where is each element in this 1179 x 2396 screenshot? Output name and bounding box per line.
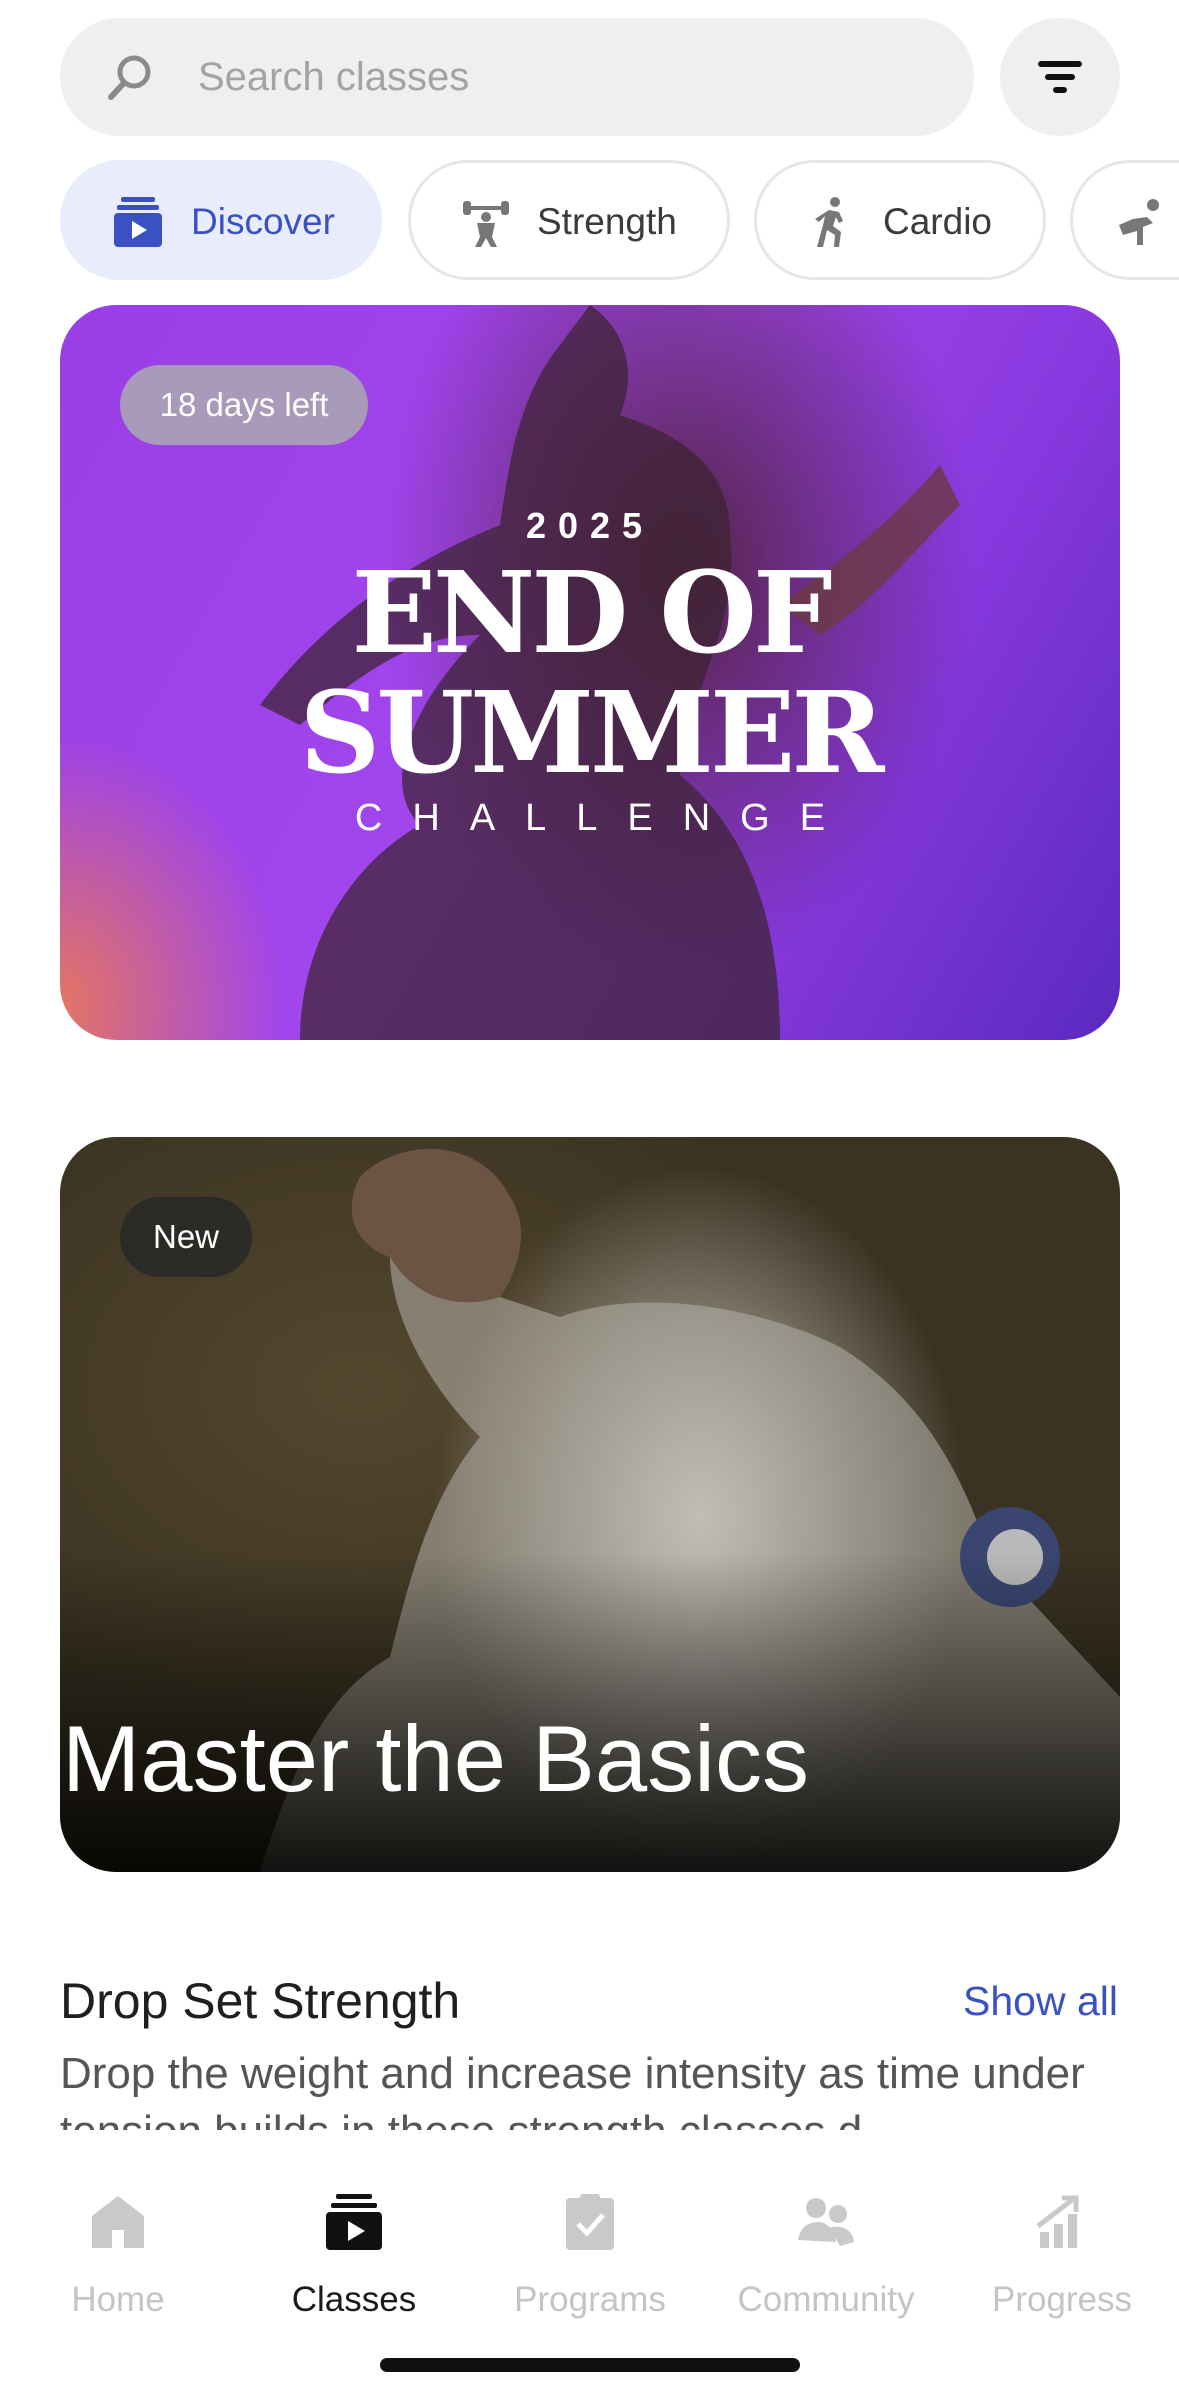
clipboard-check-icon <box>566 2194 614 2250</box>
section-description: Drop the weight and increase intensity a… <box>60 2049 1085 2131</box>
category-chips: Discover Strength Cardio <box>60 160 1179 282</box>
bottom-tab-bar: Home Classes Programs Community Progress <box>0 2130 1179 2396</box>
home-indicator <box>380 2358 800 2372</box>
search-input[interactable] <box>198 18 938 136</box>
filter-button[interactable] <box>1000 18 1120 136</box>
show-all-link[interactable]: Show all <box>963 1978 1118 2025</box>
challenge-card[interactable]: 18 days left 2025 END OF SUMMER CHALLENG… <box>60 305 1120 1040</box>
chip-label: Discover <box>191 201 335 242</box>
chip-label: Cardio <box>883 201 992 242</box>
runner-icon <box>815 197 843 247</box>
chip-cardio[interactable]: Cardio <box>754 160 1046 280</box>
challenge-title-line1: END OF <box>351 548 833 679</box>
weightlifter-icon <box>463 201 509 247</box>
section-title: Drop Set Strength <box>60 1973 461 2029</box>
people-icon <box>798 2198 854 2246</box>
tab-label: Classes <box>291 2280 417 2319</box>
play-stack-icon <box>114 197 162 247</box>
chip-label: Strength <box>537 201 677 242</box>
tab-community[interactable]: Community <box>716 2160 936 2320</box>
chart-arrow-icon <box>1036 2195 1079 2248</box>
filter-icon <box>1038 61 1082 93</box>
collection-title: Master the Basics <box>62 1706 810 1811</box>
tab-label: Community <box>737 2280 915 2319</box>
challenge-year: 2025 <box>525 505 655 546</box>
chip-mobility[interactable] <box>1070 160 1179 280</box>
days-left-badge: 18 days left <box>120 365 368 445</box>
challenge-subtitle: CHALLENGE <box>354 797 856 839</box>
chip-strength[interactable]: Strength <box>408 160 730 280</box>
home-icon <box>92 2196 144 2248</box>
tab-programs[interactable]: Programs <box>480 2160 700 2320</box>
search-icon <box>108 55 151 100</box>
search-bar[interactable] <box>60 18 974 136</box>
play-stack-icon <box>326 2194 382 2250</box>
tab-label: Progress <box>991 2280 1133 2319</box>
new-badge: New <box>120 1197 252 1277</box>
tab-progress[interactable]: Progress <box>952 2160 1172 2320</box>
tab-classes[interactable]: Classes <box>244 2160 464 2320</box>
challenge-title: 2025 END OF SUMMER CHALLENGE <box>60 505 1120 840</box>
stretch-icon <box>1119 199 1159 245</box>
tab-label: Programs <box>514 2280 666 2319</box>
tab-home[interactable]: Home <box>8 2160 228 2320</box>
tab-label: Home <box>71 2280 165 2319</box>
chip-discover[interactable]: Discover <box>60 160 382 280</box>
challenge-title-line2: SUMMER <box>299 668 885 799</box>
